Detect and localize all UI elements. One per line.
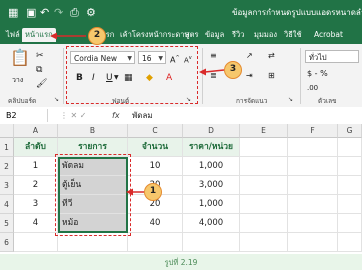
arrow-to-font-group: [204, 69, 225, 73]
annotation-arrows: [50, 32, 225, 196]
arrow-head: [126, 188, 133, 196]
figure-caption: รูปที่ 2.19: [164, 258, 198, 267]
excel-window: ▦ ▣ ↶ ↷ ⎙ ⚙ ข้อมูลการกำหนดรูปแบบแอดรหนาด…: [0, 0, 362, 270]
callout-step-1: 1: [144, 183, 162, 201]
arrow-head: [199, 68, 206, 76]
callout-step-2: 2: [88, 27, 106, 45]
arrow-head: [50, 32, 57, 40]
callout-step-3: 3: [224, 61, 242, 79]
